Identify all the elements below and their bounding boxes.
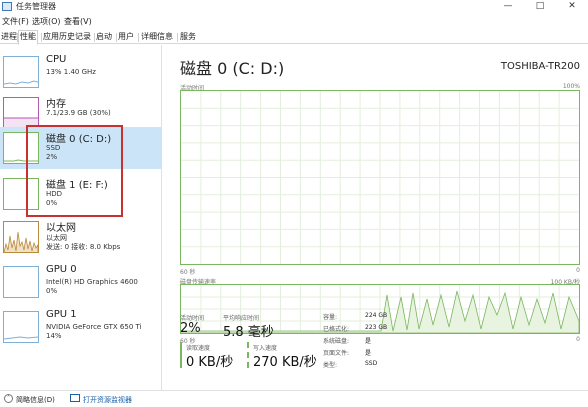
task-manager-icon xyxy=(2,2,12,11)
read-speed-stat-value: 0 KB/秒 xyxy=(186,355,234,370)
sidebar-item-usage: 0% xyxy=(46,199,58,207)
chevron-up-icon[interactable]: ˄ xyxy=(4,394,13,403)
sidebar-item-name: GPU 1 xyxy=(46,309,77,320)
gpu-graph-thumbnail xyxy=(3,311,39,343)
network-graph-thumbnail xyxy=(3,221,39,253)
active-time-stat-value: 2% xyxy=(180,321,201,336)
menu-file[interactable]: 文件(F) xyxy=(2,16,29,27)
close-button[interactable]: ✕ xyxy=(558,0,586,14)
sidebar-item-name: GPU 0 xyxy=(46,264,77,275)
tab-bar: 进程 性能 应用历史记录 启动 用户 详细信息 服务 xyxy=(0,29,588,45)
sidebar-item-gpu-1[interactable]: GPU 1 NVIDIA GeForce GTX 650 Ti 14% xyxy=(0,306,162,348)
sidebar-item-detail: SSD xyxy=(46,144,61,152)
sidebar-item-usage: 0% xyxy=(46,287,58,295)
sidebar-item-cpu[interactable]: CPU 13% 1.40 GHz xyxy=(0,51,162,93)
tab-divider xyxy=(138,33,139,42)
transfer-rate-chart-time-right: 0 xyxy=(576,336,580,343)
sidebar-item-ethernet[interactable]: 以太网 以太网 发送: 0 接收: 8.0 Kbps xyxy=(0,216,162,258)
sidebar-item-detail: 7.1/23.9 GB (30%) xyxy=(46,109,111,117)
title-bar: 任务管理器 — □ ✕ xyxy=(0,0,588,14)
performance-sidebar: CPU 13% 1.40 GHz 内存 7.1/23.9 GB (30%) 磁盘… xyxy=(0,45,162,390)
menu-view[interactable]: 查看(V) xyxy=(64,16,92,27)
sidebar-item-name: 以太网 xyxy=(46,223,76,234)
sidebar-item-throughput: 发送: 0 接收: 8.0 Kbps xyxy=(46,243,121,251)
disk-graph-thumbnail xyxy=(3,178,39,210)
tab-details[interactable]: 详细信息 xyxy=(140,31,174,44)
active-time-chart-time-left: 60 秒 xyxy=(180,269,196,276)
sidebar-item-name: 内存 xyxy=(46,99,66,110)
sidebar-item-name: 磁盘 1 (E: F:) xyxy=(46,180,108,191)
detail-value-page-file: 是 xyxy=(365,350,372,357)
menu-bar: 文件(F) 选项(O) 查看(V) xyxy=(0,14,588,28)
sidebar-item-usage: 2% xyxy=(46,153,58,161)
disk-model: TOSHIBA-TR200 xyxy=(500,61,580,72)
menu-options[interactable]: 选项(O) xyxy=(32,16,61,27)
sidebar-item-gpu-0[interactable]: GPU 0 Intel(R) HD Graphics 4600 0% xyxy=(0,261,162,303)
brief-info-link[interactable]: 简略信息(D) xyxy=(16,395,55,405)
minimize-button[interactable]: — xyxy=(494,0,522,14)
write-speed-stat-value: 270 KB/秒 xyxy=(253,355,317,370)
detail-key-type: 类型: xyxy=(323,362,338,369)
gpu-graph-thumbnail xyxy=(3,266,39,298)
open-resource-monitor-link[interactable]: 打开资源监视器 xyxy=(83,395,132,405)
tab-processes[interactable]: 进程 xyxy=(0,31,18,44)
window-title: 任务管理器 xyxy=(16,2,56,11)
tab-performance[interactable]: 性能 xyxy=(18,30,38,45)
page-title: 磁盘 0 (C: D:) xyxy=(180,59,285,78)
tab-services[interactable]: 服务 xyxy=(179,31,197,44)
active-time-chart-time-right: 0 xyxy=(576,267,580,274)
detail-value-formatted: 223 GB xyxy=(365,324,388,331)
sidebar-item-detail: 13% 1.40 GHz xyxy=(46,68,96,76)
disk-graph-thumbnail xyxy=(3,132,39,164)
sidebar-item-name: 磁盘 0 (C: D:) xyxy=(46,134,112,145)
tab-divider xyxy=(177,33,178,42)
sidebar-item-disk-0[interactable]: 磁盘 0 (C: D:) SSD 2% xyxy=(0,127,162,169)
tab-users[interactable]: 用户 xyxy=(117,31,135,44)
sidebar-item-detail: Intel(R) HD Graphics 4600 xyxy=(46,278,138,286)
detail-key-page-file: 页面文件: xyxy=(323,350,350,357)
active-time-chart xyxy=(180,90,580,265)
sidebar-item-detail: NVIDIA GeForce GTX 650 Ti xyxy=(46,323,142,331)
detail-value-capacity: 224 GB xyxy=(365,312,388,319)
detail-value-system-disk: 是 xyxy=(365,338,372,345)
sidebar-item-detail: HDD xyxy=(46,190,63,198)
read-speed-indicator xyxy=(180,342,182,368)
detail-value-type: SSD xyxy=(365,360,378,367)
sidebar-item-name: CPU xyxy=(46,54,67,65)
resource-monitor-icon xyxy=(70,394,80,402)
active-time-chart-max: 100% xyxy=(562,83,580,90)
sidebar-item-usage: 14% xyxy=(46,332,62,340)
detail-key-system-disk: 系统磁盘: xyxy=(323,338,350,345)
write-speed-indicator xyxy=(247,342,249,368)
sidebar-item-disk-1[interactable]: 磁盘 1 (E: F:) HDD 0% xyxy=(0,173,162,215)
cpu-graph-thumbnail xyxy=(3,56,39,88)
tab-app-history[interactable]: 应用历史记录 xyxy=(42,31,92,44)
maximize-button[interactable]: □ xyxy=(526,0,554,14)
chart-gridlines xyxy=(181,91,579,264)
detail-key-capacity: 容量: xyxy=(323,314,338,321)
memory-graph-thumbnail xyxy=(3,97,39,129)
disk-detail-panel: 磁盘 0 (C: D:) TOSHIBA-TR200 活动时间 100% 60 … xyxy=(163,45,588,390)
footer-bar: ˄ 简略信息(D) 打开资源监视器 xyxy=(0,390,588,407)
tab-startup[interactable]: 启动 xyxy=(95,31,113,44)
active-time-grid xyxy=(181,91,579,264)
response-time-stat-value: 5.8 毫秒 xyxy=(223,325,274,340)
detail-key-formatted: 已格式化: xyxy=(323,326,350,333)
